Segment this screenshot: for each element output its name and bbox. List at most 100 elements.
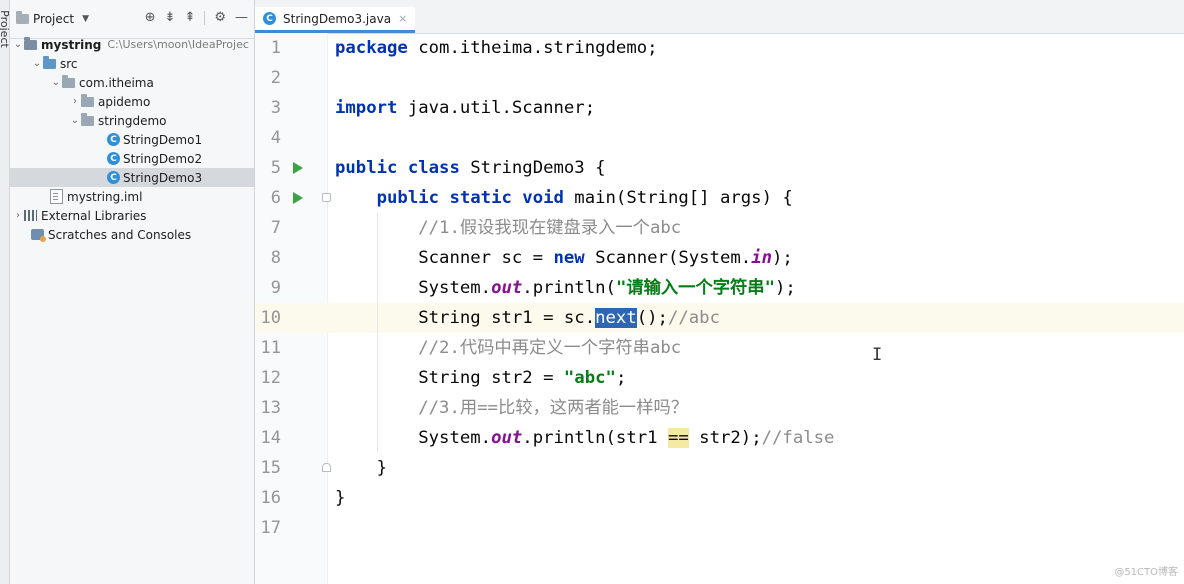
run-icon[interactable] bbox=[293, 192, 303, 204]
code-line-8[interactable]: 8 Scanner sc = new Scanner(System.in); bbox=[255, 243, 1184, 273]
line-number: 14 bbox=[260, 428, 281, 448]
tree-item-src[interactable]: ⌄ src bbox=[10, 54, 254, 73]
java-class-icon: C bbox=[107, 133, 120, 146]
code-line-16[interactable]: 16 } bbox=[255, 483, 1184, 513]
line-number: 10 bbox=[260, 308, 281, 328]
line-number: 15 bbox=[260, 458, 281, 478]
code-text: String str2 = "abc"; bbox=[418, 368, 627, 388]
tree-item-com-itheima[interactable]: ⌄ com.itheima bbox=[10, 73, 254, 92]
code-text: System.out.println("请输入一个字符串"); bbox=[418, 278, 796, 298]
code-line-12[interactable]: 12 String str2 = "abc"; bbox=[255, 363, 1184, 393]
code-text: //1.假设我现在键盘录入一个abc bbox=[418, 218, 682, 238]
tree-item-stringdemo1[interactable]: C StringDemo1 bbox=[10, 130, 254, 149]
chevron-down-icon[interactable]: ⌄ bbox=[12, 39, 24, 50]
iml-file-icon bbox=[50, 189, 63, 204]
code-line-5[interactable]: 5 public class StringDemo3 { bbox=[255, 153, 1184, 183]
line-number: 7 bbox=[270, 218, 281, 238]
java-class-icon: C bbox=[107, 171, 120, 184]
expand-all-icon[interactable]: ⇟ bbox=[165, 11, 176, 25]
code-text: System.out.println(str1 == str2);//false bbox=[418, 428, 835, 448]
project-panel-header: Project ▼ ⊕ ⇟ ⇞ ⚙ — bbox=[10, 0, 254, 39]
source-folder-icon bbox=[43, 55, 56, 69]
code-line-11[interactable]: 11 //2.代码中再定义一个字符串abc bbox=[255, 333, 1184, 363]
line-number: 3 bbox=[270, 98, 281, 118]
code-line-10-current[interactable]: 10 String str1 = sc.next();//abc bbox=[255, 303, 1184, 333]
library-icon bbox=[24, 210, 37, 221]
mouse-ibeam-cursor: I bbox=[872, 345, 883, 365]
code-text: Scanner sc = new Scanner(System.in); bbox=[418, 248, 793, 268]
line-number: 16 bbox=[260, 488, 281, 508]
package-icon bbox=[62, 74, 75, 88]
chevron-right-icon[interactable]: › bbox=[69, 96, 81, 107]
project-view-selector[interactable]: Project ▼ bbox=[10, 11, 89, 26]
code-line-15[interactable]: 15 } bbox=[255, 453, 1184, 483]
chevron-right-icon[interactable]: › bbox=[12, 210, 24, 221]
line-number: 9 bbox=[270, 278, 281, 298]
tree-item-mystring-iml[interactable]: mystring.iml bbox=[10, 187, 254, 206]
module-folder-icon bbox=[24, 36, 37, 50]
close-icon[interactable]: × bbox=[398, 12, 407, 25]
code-line-6[interactable]: 6 public static void main(String[] args)… bbox=[255, 183, 1184, 213]
code-text: } bbox=[335, 458, 388, 478]
line-number: 1 bbox=[270, 38, 281, 58]
fold-end-icon[interactable] bbox=[322, 463, 331, 472]
project-toolbar: ⊕ ⇟ ⇞ ⚙ — bbox=[145, 11, 248, 25]
code-text: import java.util.Scanner; bbox=[335, 98, 596, 118]
run-icon[interactable] bbox=[293, 162, 303, 174]
line-number: 17 bbox=[260, 518, 281, 538]
code-line-9[interactable]: 9 System.out.println("请输入一个字符串"); bbox=[255, 273, 1184, 303]
code-line-13[interactable]: 13 //3.用==比较，这两者能一样吗？ bbox=[255, 393, 1184, 423]
code-area[interactable]: 1 package com.itheima.stringdemo; 2 3 im… bbox=[255, 33, 1184, 584]
tree-item-label: stringdemo bbox=[98, 113, 167, 128]
tree-item-external-libraries[interactable]: › External Libraries bbox=[10, 206, 254, 225]
line-number: 4 bbox=[270, 128, 281, 148]
editor-tab-stringdemo3[interactable]: C StringDemo3.java × bbox=[255, 7, 416, 33]
tree-item-label: StringDemo1 bbox=[123, 132, 203, 147]
project-panel-title: Project bbox=[33, 12, 75, 26]
java-class-icon: C bbox=[263, 12, 276, 25]
chevron-down-icon: ▼ bbox=[82, 14, 89, 24]
locate-icon[interactable]: ⊕ bbox=[145, 11, 156, 25]
settings-gear-icon[interactable]: ⚙ bbox=[214, 11, 226, 25]
chevron-down-icon[interactable]: ⌄ bbox=[69, 115, 81, 126]
code-editor[interactable]: C StringDemo3.java × 1 package com.ithei… bbox=[255, 0, 1184, 584]
tree-item-scratches[interactable]: Scratches and Consoles bbox=[10, 225, 254, 244]
line-number: 11 bbox=[260, 338, 281, 358]
chevron-down-icon[interactable]: ⌄ bbox=[31, 58, 43, 69]
code-line-3[interactable]: 3 import java.util.Scanner; bbox=[255, 93, 1184, 123]
line-number: 12 bbox=[260, 368, 281, 388]
tool-window-stripe[interactable]: 1: Project bbox=[0, 0, 24, 584]
code-text: package com.itheima.stringdemo; bbox=[335, 38, 658, 58]
line-number: 13 bbox=[260, 398, 281, 418]
tree-item-stringdemo3[interactable]: C StringDemo3 bbox=[10, 168, 254, 187]
project-folder-icon bbox=[16, 11, 29, 24]
project-panel: Project ▼ ⊕ ⇟ ⇞ ⚙ — ⌄ mystring C:\Users\… bbox=[10, 0, 255, 584]
java-class-icon: C bbox=[107, 152, 120, 165]
tree-item-apidemo[interactable]: › apidemo bbox=[10, 92, 254, 111]
tree-item-stringdemo2[interactable]: C StringDemo2 bbox=[10, 149, 254, 168]
tree-item-label: External Libraries bbox=[41, 208, 147, 223]
fold-icon[interactable] bbox=[322, 193, 331, 202]
chevron-down-icon[interactable]: ⌄ bbox=[50, 77, 62, 88]
code-line-1[interactable]: 1 package com.itheima.stringdemo; bbox=[255, 33, 1184, 63]
tree-item-label: StringDemo3 bbox=[123, 170, 203, 185]
code-text: } bbox=[335, 488, 346, 508]
package-icon bbox=[81, 112, 94, 126]
selected-text: next bbox=[595, 308, 637, 328]
tree-item-stringdemo[interactable]: ⌄ stringdemo bbox=[10, 111, 254, 130]
code-line-17[interactable]: 17 bbox=[255, 513, 1184, 543]
code-text: public class StringDemo3 { bbox=[335, 158, 606, 178]
tree-item-label: Scratches and Consoles bbox=[48, 227, 192, 242]
hide-icon[interactable]: — bbox=[235, 11, 248, 25]
collapse-all-icon[interactable]: ⇞ bbox=[184, 11, 195, 25]
tree-item-path: C:\Users\moon\IdeaProjec bbox=[107, 38, 249, 51]
tree-item-mystring[interactable]: ⌄ mystring C:\Users\moon\IdeaProjec bbox=[10, 35, 254, 54]
code-line-4[interactable]: 4 bbox=[255, 123, 1184, 153]
code-line-7[interactable]: 7 //1.假设我现在键盘录入一个abc bbox=[255, 213, 1184, 243]
code-line-14[interactable]: 14 System.out.println(str1 == str2);//fa… bbox=[255, 423, 1184, 453]
code-line-2[interactable]: 2 bbox=[255, 63, 1184, 93]
tree-item-label: StringDemo2 bbox=[123, 151, 203, 166]
tree-item-label: mystring.iml bbox=[67, 189, 143, 204]
package-icon bbox=[81, 93, 94, 107]
line-number: 2 bbox=[270, 68, 281, 88]
